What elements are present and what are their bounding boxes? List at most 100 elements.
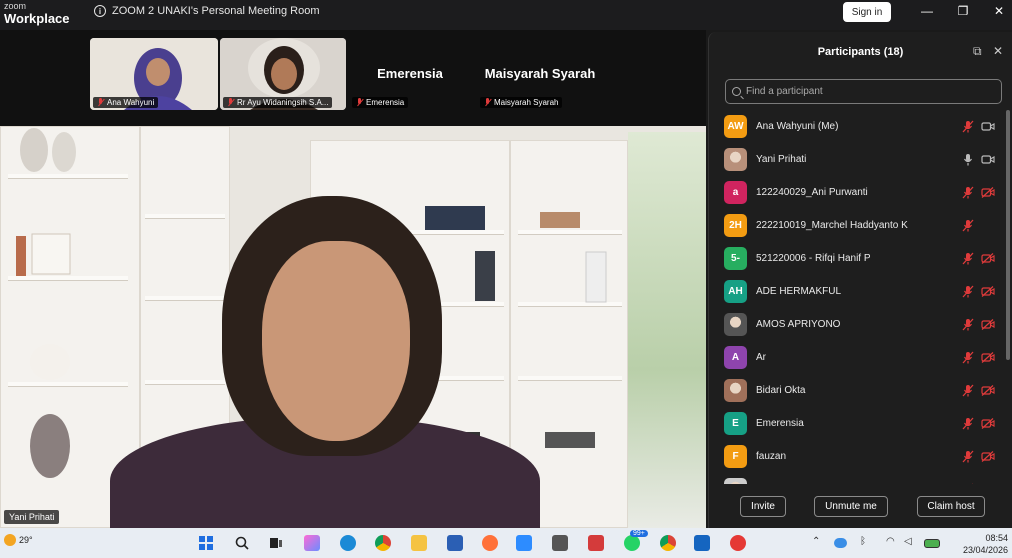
thumbnail-label: Rr Ayu Widaningsih S.A... <box>223 97 333 108</box>
camera-icon[interactable] <box>981 121 995 132</box>
close-panel-icon[interactable]: ✕ <box>993 44 1003 58</box>
info-icon[interactable]: i <box>94 5 106 17</box>
unmute-me-button[interactable]: Unmute me <box>814 496 888 517</box>
participant-name: ADE HERMAKFUL <box>756 286 842 297</box>
thumbnail-ana-wahyuni[interactable]: Ana Wahyuni <box>90 38 218 110</box>
word-icon[interactable] <box>694 535 710 551</box>
mic-muted-icon[interactable] <box>962 351 974 364</box>
whatsapp-icon[interactable] <box>624 535 640 551</box>
camera-off-icon[interactable] <box>981 187 995 198</box>
mic-muted-icon[interactable] <box>962 384 974 397</box>
participant-name: Bidari Okta <box>756 385 806 396</box>
battery-icon[interactable] <box>924 539 940 548</box>
chrome-profile-icon[interactable] <box>660 535 676 551</box>
participant-name: fauzan <box>756 451 787 462</box>
mic-muted-icon[interactable] <box>962 120 974 133</box>
thumbnail-rr-ayu[interactable]: Rr Ayu Widaningsih S.A... <box>220 38 346 110</box>
zoom-app-icon[interactable] <box>516 535 532 551</box>
camera-off-icon[interactable] <box>981 418 995 429</box>
avatar <box>724 313 747 336</box>
participant-row[interactable]: Bidari Okta <box>709 374 1005 407</box>
participant-row[interactable]: AH ADE HERMAKFUL <box>709 275 1005 308</box>
avatar <box>724 148 747 171</box>
minimize-icon[interactable]: — <box>920 4 934 18</box>
participant-row[interactable]: Ffauzan <box>709 440 1005 473</box>
participant-row[interactable]: Florensia Ndi... <box>709 473 1005 484</box>
participant-row[interactable]: a 122240029_Ani Purwanti <box>709 176 1005 209</box>
participant-name: Emerensia <box>756 418 804 429</box>
sun-icon <box>4 534 16 546</box>
participant-row[interactable]: AW Ana Wahyuni (Me) <box>709 110 1005 143</box>
chevron-up-icon[interactable]: ⌃ <box>812 536 820 547</box>
camera-off-icon[interactable] <box>981 352 995 363</box>
bluetooth-icon[interactable]: ᛒ <box>860 536 866 547</box>
volume-icon[interactable]: ◁ <box>904 536 912 547</box>
mic-muted-icon[interactable] <box>962 417 974 430</box>
participants-panel: Participants (18) ⧉ ✕ Find a participant… <box>708 32 1012 528</box>
mic-icon[interactable] <box>962 153 974 166</box>
invite-button[interactable]: Invite <box>740 496 786 517</box>
zoom-logo: zoom Workplace <box>4 1 70 26</box>
wps-office-icon[interactable] <box>588 535 604 551</box>
scrollbar[interactable] <box>1006 110 1010 360</box>
app-icon[interactable] <box>730 535 746 551</box>
notification-badge: 99+ <box>630 530 648 537</box>
task-view-icon[interactable] <box>268 535 284 551</box>
camera-icon[interactable] <box>981 154 995 165</box>
wifi-icon[interactable]: ◠ <box>886 536 895 547</box>
mic-muted-icon[interactable] <box>962 285 974 298</box>
mic-muted-icon[interactable] <box>962 450 974 463</box>
thumbnail-emerensia[interactable]: Emerensia Emerensia <box>348 38 472 110</box>
avatar: 2H <box>724 214 747 237</box>
camera-off-icon[interactable] <box>981 253 995 264</box>
camera-off-icon[interactable] <box>981 451 995 462</box>
participant-name: Ana Wahyuni (Me) <box>756 121 839 132</box>
main-video[interactable]: Yani Prihati <box>0 126 706 528</box>
participant-row[interactable]: A Ar <box>709 341 1005 374</box>
firefox-icon[interactable] <box>482 535 498 551</box>
restore-icon[interactable]: ❐ <box>956 4 970 18</box>
mic-muted-icon[interactable] <box>962 186 974 199</box>
avatar <box>724 379 747 402</box>
mic-muted-icon[interactable] <box>962 219 974 232</box>
avatar: AH <box>724 280 747 303</box>
mic-muted-icon[interactable] <box>962 318 974 331</box>
search-input[interactable]: Find a participant <box>725 79 1002 104</box>
clock[interactable]: 08:54 23/04/2026 <box>950 532 1008 556</box>
participant-row[interactable]: 2H 222210019_Marchel Haddyanto K <box>709 209 1005 242</box>
mic-muted-icon[interactable] <box>962 483 974 484</box>
thumbnail-label: Emerensia <box>352 97 409 108</box>
participant-name: Yani Prihati <box>756 154 807 165</box>
thumbnail-maisyarah[interactable]: Maisyarah Syarah Maisyarah Syarah <box>476 38 604 110</box>
sign-in-button[interactable]: Sign in <box>843 2 891 22</box>
avatar <box>724 478 747 484</box>
participant-row[interactable]: AMOS APRIYONO <box>709 308 1005 341</box>
thumbnail-label: Ana Wahyuni <box>93 97 159 108</box>
participant-row[interactable]: Yani Prihati <box>709 143 1005 176</box>
claim-host-button[interactable]: Claim host <box>917 496 985 517</box>
mic-muted-icon[interactable] <box>962 252 974 265</box>
popout-icon[interactable]: ⧉ <box>973 44 982 59</box>
avatar: A <box>724 346 747 369</box>
camera-app-icon[interactable] <box>552 535 568 551</box>
taskbar-search-icon[interactable] <box>234 535 250 551</box>
copilot-icon[interactable] <box>304 535 320 551</box>
file-explorer-icon[interactable] <box>411 535 427 551</box>
store-icon[interactable] <box>447 535 463 551</box>
participant-row[interactable]: 5- 521220006 - Rifqi Hanif P <box>709 242 1005 275</box>
close-icon[interactable]: ✕ <box>992 4 1006 18</box>
participant-name: 521220006 - Rifqi Hanif P <box>756 253 871 264</box>
participant-row[interactable]: E Emerensia <box>709 407 1005 440</box>
participant-list[interactable]: AW Ana Wahyuni (Me) Yani Prihati a 122240029… <box>709 110 1005 484</box>
avatar: F <box>724 445 747 468</box>
camera-off-icon[interactable] <box>981 319 995 330</box>
onedrive-icon[interactable] <box>834 538 847 548</box>
camera-off-icon[interactable] <box>981 286 995 297</box>
edge-icon[interactable] <box>340 535 356 551</box>
chrome-icon[interactable] <box>375 535 391 551</box>
camera-off-icon[interactable] <box>981 385 995 396</box>
meeting-title[interactable]: i ZOOM 2 UNAKI's Personal Meeting Room <box>94 5 320 17</box>
weather-widget[interactable]: 29° <box>4 534 33 546</box>
participant-name: 222210019_Marchel Haddyanto K <box>756 220 908 231</box>
windows-start-icon[interactable] <box>198 535 214 551</box>
